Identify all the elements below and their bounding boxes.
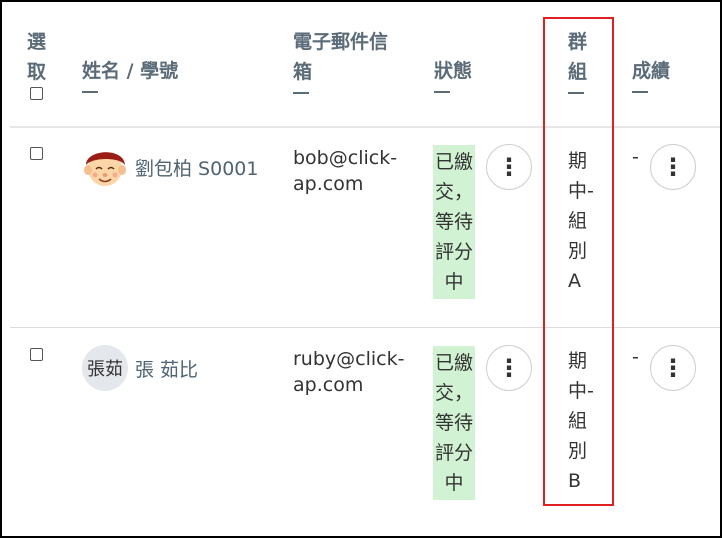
header-email[interactable]: 電子郵件信 箱 [293, 27, 388, 94]
more-vertical-icon: ⋮ [497, 354, 521, 382]
grade-value: - [632, 346, 639, 368]
row-checkbox[interactable] [30, 348, 43, 361]
student-email: bob@click- ap.com [293, 147, 398, 195]
sort-indicator [293, 92, 309, 94]
group-value: 期 中- 組 別 B [568, 350, 594, 492]
header-name[interactable]: 姓名 / 學號 [82, 56, 178, 93]
row-divider [10, 327, 722, 328]
row-checkbox[interactable] [30, 147, 43, 160]
grade-value: - [632, 146, 639, 168]
status-more-button[interactable]: ⋮ [486, 345, 532, 391]
header-status[interactable]: 狀態 [434, 56, 472, 93]
status-badge: 已繳 交， 等待 評分 中 [433, 346, 475, 500]
student-email: ruby@click- ap.com [293, 348, 405, 396]
sort-indicator [568, 92, 584, 94]
sort-indicator [82, 91, 98, 93]
status-badge: 已繳 交， 等待 評分 中 [433, 145, 475, 299]
select-all-checkbox[interactable] [30, 87, 43, 100]
avatar: 張茹 [82, 345, 128, 391]
status-more-button[interactable]: ⋮ [486, 144, 532, 190]
header-divider [10, 126, 722, 128]
header-grade[interactable]: 成績 [632, 56, 670, 93]
cartoon-avatar [82, 143, 128, 189]
more-vertical-icon: ⋮ [661, 153, 685, 181]
sort-indicator [632, 91, 648, 93]
student-name-link[interactable]: 劉包柏 S0001 [135, 154, 258, 181]
grade-more-button[interactable]: ⋮ [650, 144, 696, 190]
more-vertical-icon: ⋮ [661, 354, 685, 382]
header-group[interactable]: 群 組 [568, 27, 587, 94]
sort-indicator [434, 91, 450, 93]
student-name-link[interactable]: 張 茹比 [135, 355, 198, 382]
more-vertical-icon: ⋮ [497, 153, 521, 181]
grade-more-button[interactable]: ⋮ [650, 345, 696, 391]
header-select: 選 取 [27, 31, 47, 83]
avatar-face-icon [84, 152, 126, 186]
group-value: 期 中- 組 別 A [568, 150, 594, 292]
